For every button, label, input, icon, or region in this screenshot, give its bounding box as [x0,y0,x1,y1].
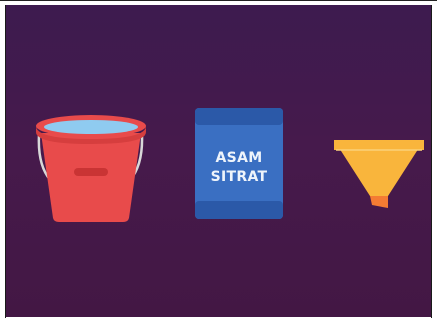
bucket-water [44,120,138,134]
bucket-handle-clip [74,168,108,176]
funnel-icon [334,140,424,208]
right-edge [431,5,432,318]
package-bottom-band [195,201,283,219]
funnel-spout [370,196,388,208]
package-top-band [195,108,283,125]
package-label-line1: ASAM [216,150,263,166]
top-edge [0,0,437,1]
funnel-rim [334,140,424,150]
illustration-panel: ASAM SITRAT [6,5,431,317]
bucket-body [41,133,141,222]
illustration-canvas: ASAM SITRAT [36,108,424,222]
package-label-line2: SITRAT [211,169,268,185]
bucket-icon [36,115,146,222]
citric-acid-package-icon: ASAM SITRAT [195,108,283,219]
